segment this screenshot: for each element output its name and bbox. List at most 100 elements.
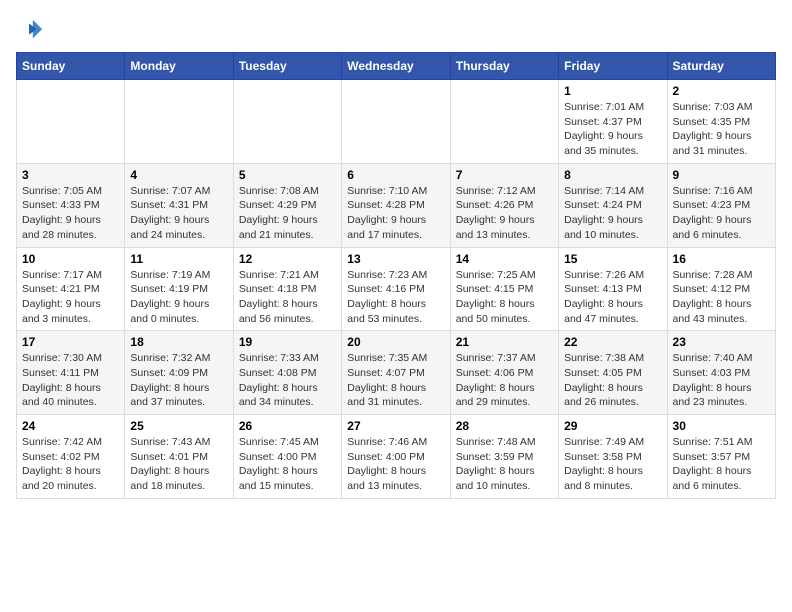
calendar-week-row: 3 Sunrise: 7:05 AM Sunset: 4:33 PM Daylig… xyxy=(17,163,776,247)
calendar-cell: 23 Sunrise: 7:40 AM Sunset: 4:03 PM Dayli… xyxy=(667,331,775,415)
calendar-cell: 7 Sunrise: 7:12 AM Sunset: 4:26 PM Daylig… xyxy=(450,163,558,247)
day-number: 8 xyxy=(564,168,661,182)
calendar-cell xyxy=(450,80,558,164)
day-number: 24 xyxy=(22,419,119,433)
day-number: 21 xyxy=(456,335,553,349)
day-info: Sunrise: 7:21 AM Sunset: 4:18 PM Dayligh… xyxy=(239,268,336,327)
weekday-header: Monday xyxy=(125,53,233,80)
calendar-cell: 17 Sunrise: 7:30 AM Sunset: 4:11 PM Dayli… xyxy=(17,331,125,415)
day-info: Sunrise: 7:35 AM Sunset: 4:07 PM Dayligh… xyxy=(347,351,444,410)
day-info: Sunrise: 7:51 AM Sunset: 3:57 PM Dayligh… xyxy=(673,435,770,494)
calendar-cell: 18 Sunrise: 7:32 AM Sunset: 4:09 PM Dayli… xyxy=(125,331,233,415)
calendar-cell: 15 Sunrise: 7:26 AM Sunset: 4:13 PM Dayli… xyxy=(559,247,667,331)
day-number: 11 xyxy=(130,252,227,266)
calendar-cell: 14 Sunrise: 7:25 AM Sunset: 4:15 PM Dayli… xyxy=(450,247,558,331)
day-info: Sunrise: 7:42 AM Sunset: 4:02 PM Dayligh… xyxy=(22,435,119,494)
weekday-header: Wednesday xyxy=(342,53,450,80)
calendar-cell: 30 Sunrise: 7:51 AM Sunset: 3:57 PM Dayli… xyxy=(667,415,775,499)
day-info: Sunrise: 7:30 AM Sunset: 4:11 PM Dayligh… xyxy=(22,351,119,410)
day-number: 23 xyxy=(673,335,770,349)
day-info: Sunrise: 7:10 AM Sunset: 4:28 PM Dayligh… xyxy=(347,184,444,243)
day-number: 18 xyxy=(130,335,227,349)
day-number: 26 xyxy=(239,419,336,433)
day-number: 27 xyxy=(347,419,444,433)
day-info: Sunrise: 7:28 AM Sunset: 4:12 PM Dayligh… xyxy=(673,268,770,327)
weekday-header: Tuesday xyxy=(233,53,341,80)
calendar-cell: 21 Sunrise: 7:37 AM Sunset: 4:06 PM Dayli… xyxy=(450,331,558,415)
day-info: Sunrise: 7:23 AM Sunset: 4:16 PM Dayligh… xyxy=(347,268,444,327)
day-number: 15 xyxy=(564,252,661,266)
calendar-cell: 19 Sunrise: 7:33 AM Sunset: 4:08 PM Dayli… xyxy=(233,331,341,415)
day-number: 29 xyxy=(564,419,661,433)
day-info: Sunrise: 7:25 AM Sunset: 4:15 PM Dayligh… xyxy=(456,268,553,327)
day-number: 19 xyxy=(239,335,336,349)
calendar-cell: 10Sunrise: 7:17 AM Sunset: 4:21 PM Dayli… xyxy=(17,247,125,331)
calendar-cell: 5 Sunrise: 7:08 AM Sunset: 4:29 PM Daylig… xyxy=(233,163,341,247)
day-number: 1 xyxy=(564,84,661,98)
calendar-week-row: 17 Sunrise: 7:30 AM Sunset: 4:11 PM Dayli… xyxy=(17,331,776,415)
calendar-week-row: 24 Sunrise: 7:42 AM Sunset: 4:02 PM Dayli… xyxy=(17,415,776,499)
calendar-cell: 20Sunrise: 7:35 AM Sunset: 4:07 PM Dayli… xyxy=(342,331,450,415)
calendar-cell: 29 Sunrise: 7:49 AM Sunset: 3:58 PM Dayli… xyxy=(559,415,667,499)
day-info: Sunrise: 7:43 AM Sunset: 4:01 PM Dayligh… xyxy=(130,435,227,494)
calendar-cell: 3 Sunrise: 7:05 AM Sunset: 4:33 PM Daylig… xyxy=(17,163,125,247)
day-info: Sunrise: 7:19 AM Sunset: 4:19 PM Dayligh… xyxy=(130,268,227,327)
day-info: Sunrise: 7:01 AM Sunset: 4:37 PM Dayligh… xyxy=(564,100,661,159)
calendar-week-row: 10Sunrise: 7:17 AM Sunset: 4:21 PM Dayli… xyxy=(17,247,776,331)
calendar-cell xyxy=(125,80,233,164)
day-number: 16 xyxy=(673,252,770,266)
weekday-header: Friday xyxy=(559,53,667,80)
day-info: Sunrise: 7:49 AM Sunset: 3:58 PM Dayligh… xyxy=(564,435,661,494)
calendar-cell: 4Sunrise: 7:07 AM Sunset: 4:31 PM Daylig… xyxy=(125,163,233,247)
calendar-cell: 27 Sunrise: 7:46 AM Sunset: 4:00 PM Dayli… xyxy=(342,415,450,499)
weekday-header: Sunday xyxy=(17,53,125,80)
logo xyxy=(16,16,48,44)
calendar-cell: 26 Sunrise: 7:45 AM Sunset: 4:00 PM Dayli… xyxy=(233,415,341,499)
day-number: 10 xyxy=(22,252,119,266)
day-number: 5 xyxy=(239,168,336,182)
calendar-cell: 13 Sunrise: 7:23 AM Sunset: 4:16 PM Dayli… xyxy=(342,247,450,331)
day-number: 9 xyxy=(673,168,770,182)
logo-icon xyxy=(16,16,44,44)
day-number: 30 xyxy=(673,419,770,433)
calendar-cell xyxy=(342,80,450,164)
day-info: Sunrise: 7:05 AM Sunset: 4:33 PM Dayligh… xyxy=(22,184,119,243)
day-info: Sunrise: 7:12 AM Sunset: 4:26 PM Dayligh… xyxy=(456,184,553,243)
day-number: 14 xyxy=(456,252,553,266)
day-info: Sunrise: 7:16 AM Sunset: 4:23 PM Dayligh… xyxy=(673,184,770,243)
day-number: 22 xyxy=(564,335,661,349)
day-number: 7 xyxy=(456,168,553,182)
calendar-week-row: 1 Sunrise: 7:01 AM Sunset: 4:37 PM Daylig… xyxy=(17,80,776,164)
day-info: Sunrise: 7:08 AM Sunset: 4:29 PM Dayligh… xyxy=(239,184,336,243)
day-info: Sunrise: 7:45 AM Sunset: 4:00 PM Dayligh… xyxy=(239,435,336,494)
day-number: 6 xyxy=(347,168,444,182)
day-info: Sunrise: 7:46 AM Sunset: 4:00 PM Dayligh… xyxy=(347,435,444,494)
day-number: 25 xyxy=(130,419,227,433)
calendar-table: SundayMondayTuesdayWednesdayThursdayFrid… xyxy=(16,52,776,499)
day-number: 4 xyxy=(130,168,227,182)
calendar-cell: 22 Sunrise: 7:38 AM Sunset: 4:05 PM Dayli… xyxy=(559,331,667,415)
calendar-cell: 9 Sunrise: 7:16 AM Sunset: 4:23 PM Daylig… xyxy=(667,163,775,247)
day-number: 12 xyxy=(239,252,336,266)
day-info: Sunrise: 7:26 AM Sunset: 4:13 PM Dayligh… xyxy=(564,268,661,327)
day-info: Sunrise: 7:33 AM Sunset: 4:08 PM Dayligh… xyxy=(239,351,336,410)
day-info: Sunrise: 7:32 AM Sunset: 4:09 PM Dayligh… xyxy=(130,351,227,410)
weekday-header: Thursday xyxy=(450,53,558,80)
day-info: Sunrise: 7:48 AM Sunset: 3:59 PM Dayligh… xyxy=(456,435,553,494)
day-number: 13 xyxy=(347,252,444,266)
calendar-cell: 24 Sunrise: 7:42 AM Sunset: 4:02 PM Dayli… xyxy=(17,415,125,499)
calendar-cell: 2 Sunrise: 7:03 AM Sunset: 4:35 PM Daylig… xyxy=(667,80,775,164)
day-info: Sunrise: 7:37 AM Sunset: 4:06 PM Dayligh… xyxy=(456,351,553,410)
calendar-cell: 1 Sunrise: 7:01 AM Sunset: 4:37 PM Daylig… xyxy=(559,80,667,164)
day-number: 2 xyxy=(673,84,770,98)
calendar-cell: 16 Sunrise: 7:28 AM Sunset: 4:12 PM Dayli… xyxy=(667,247,775,331)
calendar-cell: 11 Sunrise: 7:19 AM Sunset: 4:19 PM Dayli… xyxy=(125,247,233,331)
day-number: 28 xyxy=(456,419,553,433)
day-number: 3 xyxy=(22,168,119,182)
page-header xyxy=(16,16,776,44)
day-number: 17 xyxy=(22,335,119,349)
day-info: Sunrise: 7:38 AM Sunset: 4:05 PM Dayligh… xyxy=(564,351,661,410)
calendar-cell xyxy=(233,80,341,164)
day-info: Sunrise: 7:03 AM Sunset: 4:35 PM Dayligh… xyxy=(673,100,770,159)
day-info: Sunrise: 7:40 AM Sunset: 4:03 PM Dayligh… xyxy=(673,351,770,410)
